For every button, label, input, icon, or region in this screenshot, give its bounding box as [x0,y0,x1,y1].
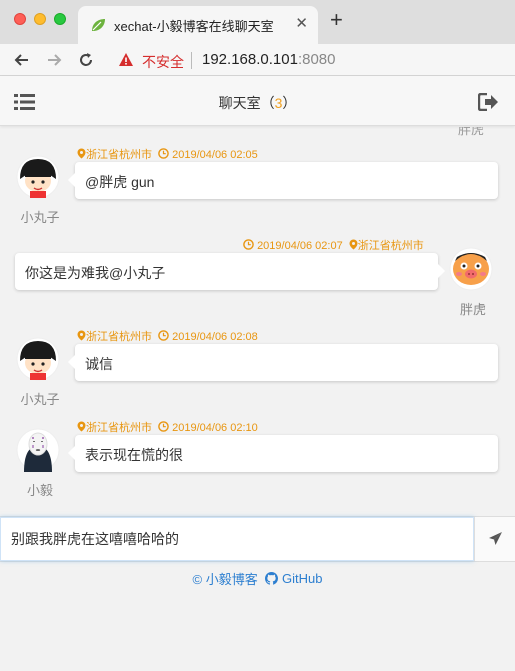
message-time: 2019/04/06 02:08 [172,331,258,343]
reload-icon[interactable] [76,50,96,70]
send-button[interactable] [474,517,515,561]
message-author: 胖虎 [459,302,486,317]
browser-tab-bar: xechat-小毅博客在线聊天室 ✕ + [0,0,515,44]
location-pin-icon [77,148,86,159]
clock-icon [158,330,169,341]
title-text: 聊天室 [218,95,261,111]
message-location: 浙江省杭州市 [357,240,424,252]
leaf-icon [92,19,105,31]
avatar-maruko [16,337,60,381]
title-paren-close: ） [282,95,297,111]
message-list: 胖虎 小丸子 浙江省杭州市 2019/04/06 02:05 @胖虎 gun 胖… [0,127,515,512]
address-divider [191,52,192,69]
message-composer [0,516,515,562]
logout-icon[interactable] [478,93,499,111]
location-pin-icon [349,239,358,250]
message-bubble: @胖虎 gun [68,162,498,199]
message-location: 浙江省杭州市 [86,149,152,161]
new-tab-button[interactable]: + [330,9,343,31]
tab-title: xechat-小毅博客在线聊天室 [114,19,274,34]
warning-icon[interactable] [118,52,134,68]
clock-icon [158,421,169,432]
url-port: :8080 [297,51,336,68]
window-minimize-button[interactable] [34,13,46,25]
forward-arrow-icon[interactable] [44,50,64,70]
security-label[interactable]: 不安全 [142,52,184,72]
message-author: 小丸子 [20,210,60,225]
message-author: 小毅 [26,483,53,498]
message-meta: 浙江省杭州市 2019/04/06 02:10 [77,419,258,435]
title-paren-open: （ [260,95,275,111]
github-icon[interactable] [265,572,279,585]
avatar-gian [449,247,493,291]
address-bar: 不安全 192.168.0.101:8080 [0,44,515,76]
back-arrow-icon[interactable] [12,50,32,70]
blog-link[interactable]: © 小毅博客 [193,572,258,587]
message-bubble: 表示现在慌的很 [68,435,498,472]
footer: © 小毅博客 GitHub [0,569,515,588]
message-time: 2019/04/06 02:07 [257,240,343,252]
send-icon [489,532,502,545]
message-input[interactable] [0,517,474,561]
location-pin-icon [77,330,86,341]
message-location: 浙江省杭州市 [86,331,152,343]
avatar-maruko [16,155,60,199]
browser-tab[interactable]: xechat-小毅博客在线聊天室 ✕ [78,6,318,44]
clock-icon [243,239,254,250]
message-bubble: 你这是为难我@小丸子 [15,253,445,290]
message-bubble: 诚信 [68,344,498,381]
avatar-noface [16,428,60,472]
message-meta: 浙江省杭州市 2019/04/06 02:08 [77,328,258,344]
message-author: 胖虎 [458,127,485,137]
message-author: 小丸子 [20,392,60,407]
window-maximize-button[interactable] [54,13,66,25]
location-pin-icon [77,421,86,432]
github-link[interactable]: GitHub [282,571,322,586]
chat-header: 聊天室（3） [0,76,515,126]
url-host: 192.168.0.101 [202,51,298,68]
page-title: 聊天室（3） [0,93,515,113]
message-location: 浙江省杭州市 [86,422,152,434]
tab-close-icon[interactable]: ✕ [295,14,308,32]
message-time: 2019/04/06 02:05 [172,149,258,161]
window-close-button[interactable] [14,13,26,25]
message-time: 2019/04/06 02:10 [172,422,258,434]
message-meta: 浙江省杭州市 2019/04/06 02:05 [77,146,258,162]
message-meta: 2019/04/06 02:07 浙江省杭州市 [243,237,424,253]
url-text[interactable]: 192.168.0.101:8080 [202,51,335,68]
clock-icon [158,148,169,159]
